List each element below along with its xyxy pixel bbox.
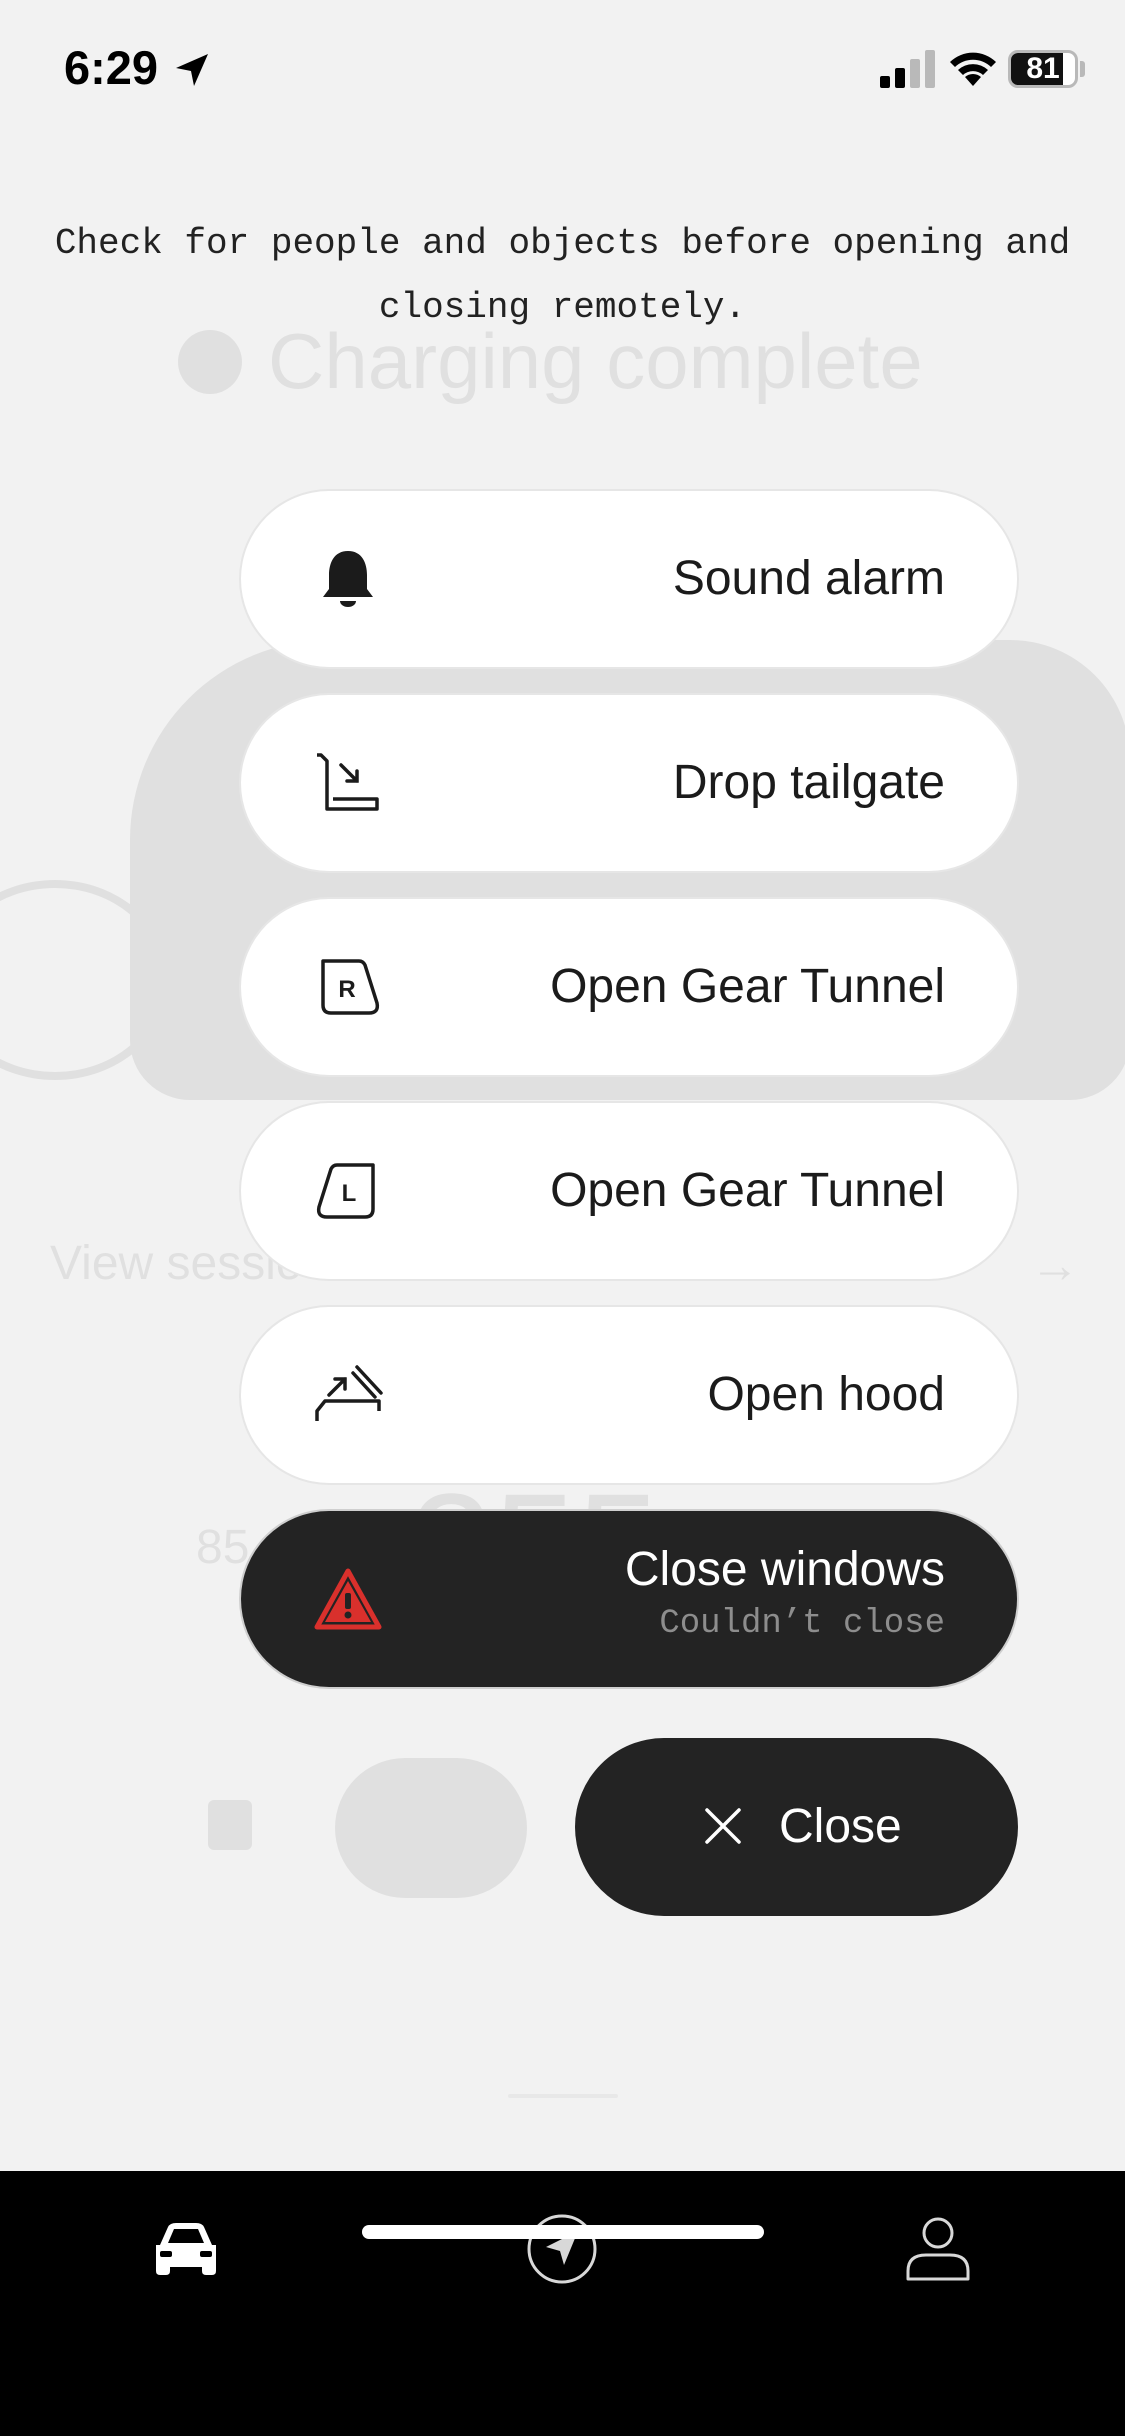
car-icon[interactable] [146, 2209, 226, 2289]
close-button[interactable]: Close [575, 1738, 1018, 1916]
gear-tunnel-right-icon: R [321, 959, 380, 1015]
gear-tunnel-badge: L [342, 1180, 357, 1207]
close-icon [705, 1808, 741, 1844]
action-label: Sound alarm [672, 552, 945, 605]
navigation-icon[interactable] [522, 2209, 602, 2289]
warning-icon [314, 1568, 382, 1630]
unlock-button [335, 1758, 527, 1898]
action-error-status: Couldn’t close [659, 1605, 945, 1643]
status-time: 6:29 [64, 41, 159, 94]
close-label: Close [779, 1800, 902, 1853]
gear-tunnel-badge: R [338, 976, 355, 1003]
action-label: Drop tailgate [672, 756, 945, 809]
open-hood-button[interactable]: Open hood [241, 1307, 1017, 1483]
action-label: Open Gear Tunnel [550, 1164, 945, 1217]
open-gear-tunnel-left-button[interactable]: L Open Gear Tunnel [241, 1103, 1017, 1279]
tab-bar [0, 2171, 1125, 2436]
battery-icon: 81 [1008, 50, 1078, 88]
gear-tunnel-left-icon: L [316, 1163, 375, 1219]
action-label: Close windows [624, 1543, 945, 1596]
cellular-signal-icon [880, 50, 935, 88]
battery-cap [1080, 61, 1085, 77]
sheet-handle [508, 2094, 618, 2098]
location-arrow-icon [176, 54, 208, 86]
drop-tailgate-button[interactable]: Drop tailgate [241, 695, 1017, 871]
tailgate-icon [317, 753, 379, 811]
home-indicator [362, 2225, 764, 2239]
profile-icon[interactable] [898, 2209, 978, 2289]
action-label: Open hood [707, 1368, 945, 1421]
background-range-small: 85 [196, 1521, 250, 1574]
close-windows-button[interactable]: Close windows Couldn’t close [241, 1511, 1017, 1687]
status-bar: 6:29 81 [0, 0, 1125, 135]
action-label: Open Gear Tunnel [550, 960, 945, 1013]
lock-icon [208, 1800, 252, 1850]
bell-icon [323, 551, 373, 607]
arrow-right-icon: → [1030, 1237, 1080, 1293]
open-gear-tunnel-right-button[interactable]: R Open Gear Tunnel [241, 899, 1017, 1075]
battery-level: 81 [1026, 52, 1060, 85]
sound-alarm-button[interactable]: Sound alarm [241, 491, 1017, 667]
wifi-icon [950, 52, 996, 86]
hood-icon [315, 1365, 383, 1421]
safety-warning-text: Check for people and objects before open… [54, 223, 1071, 328]
